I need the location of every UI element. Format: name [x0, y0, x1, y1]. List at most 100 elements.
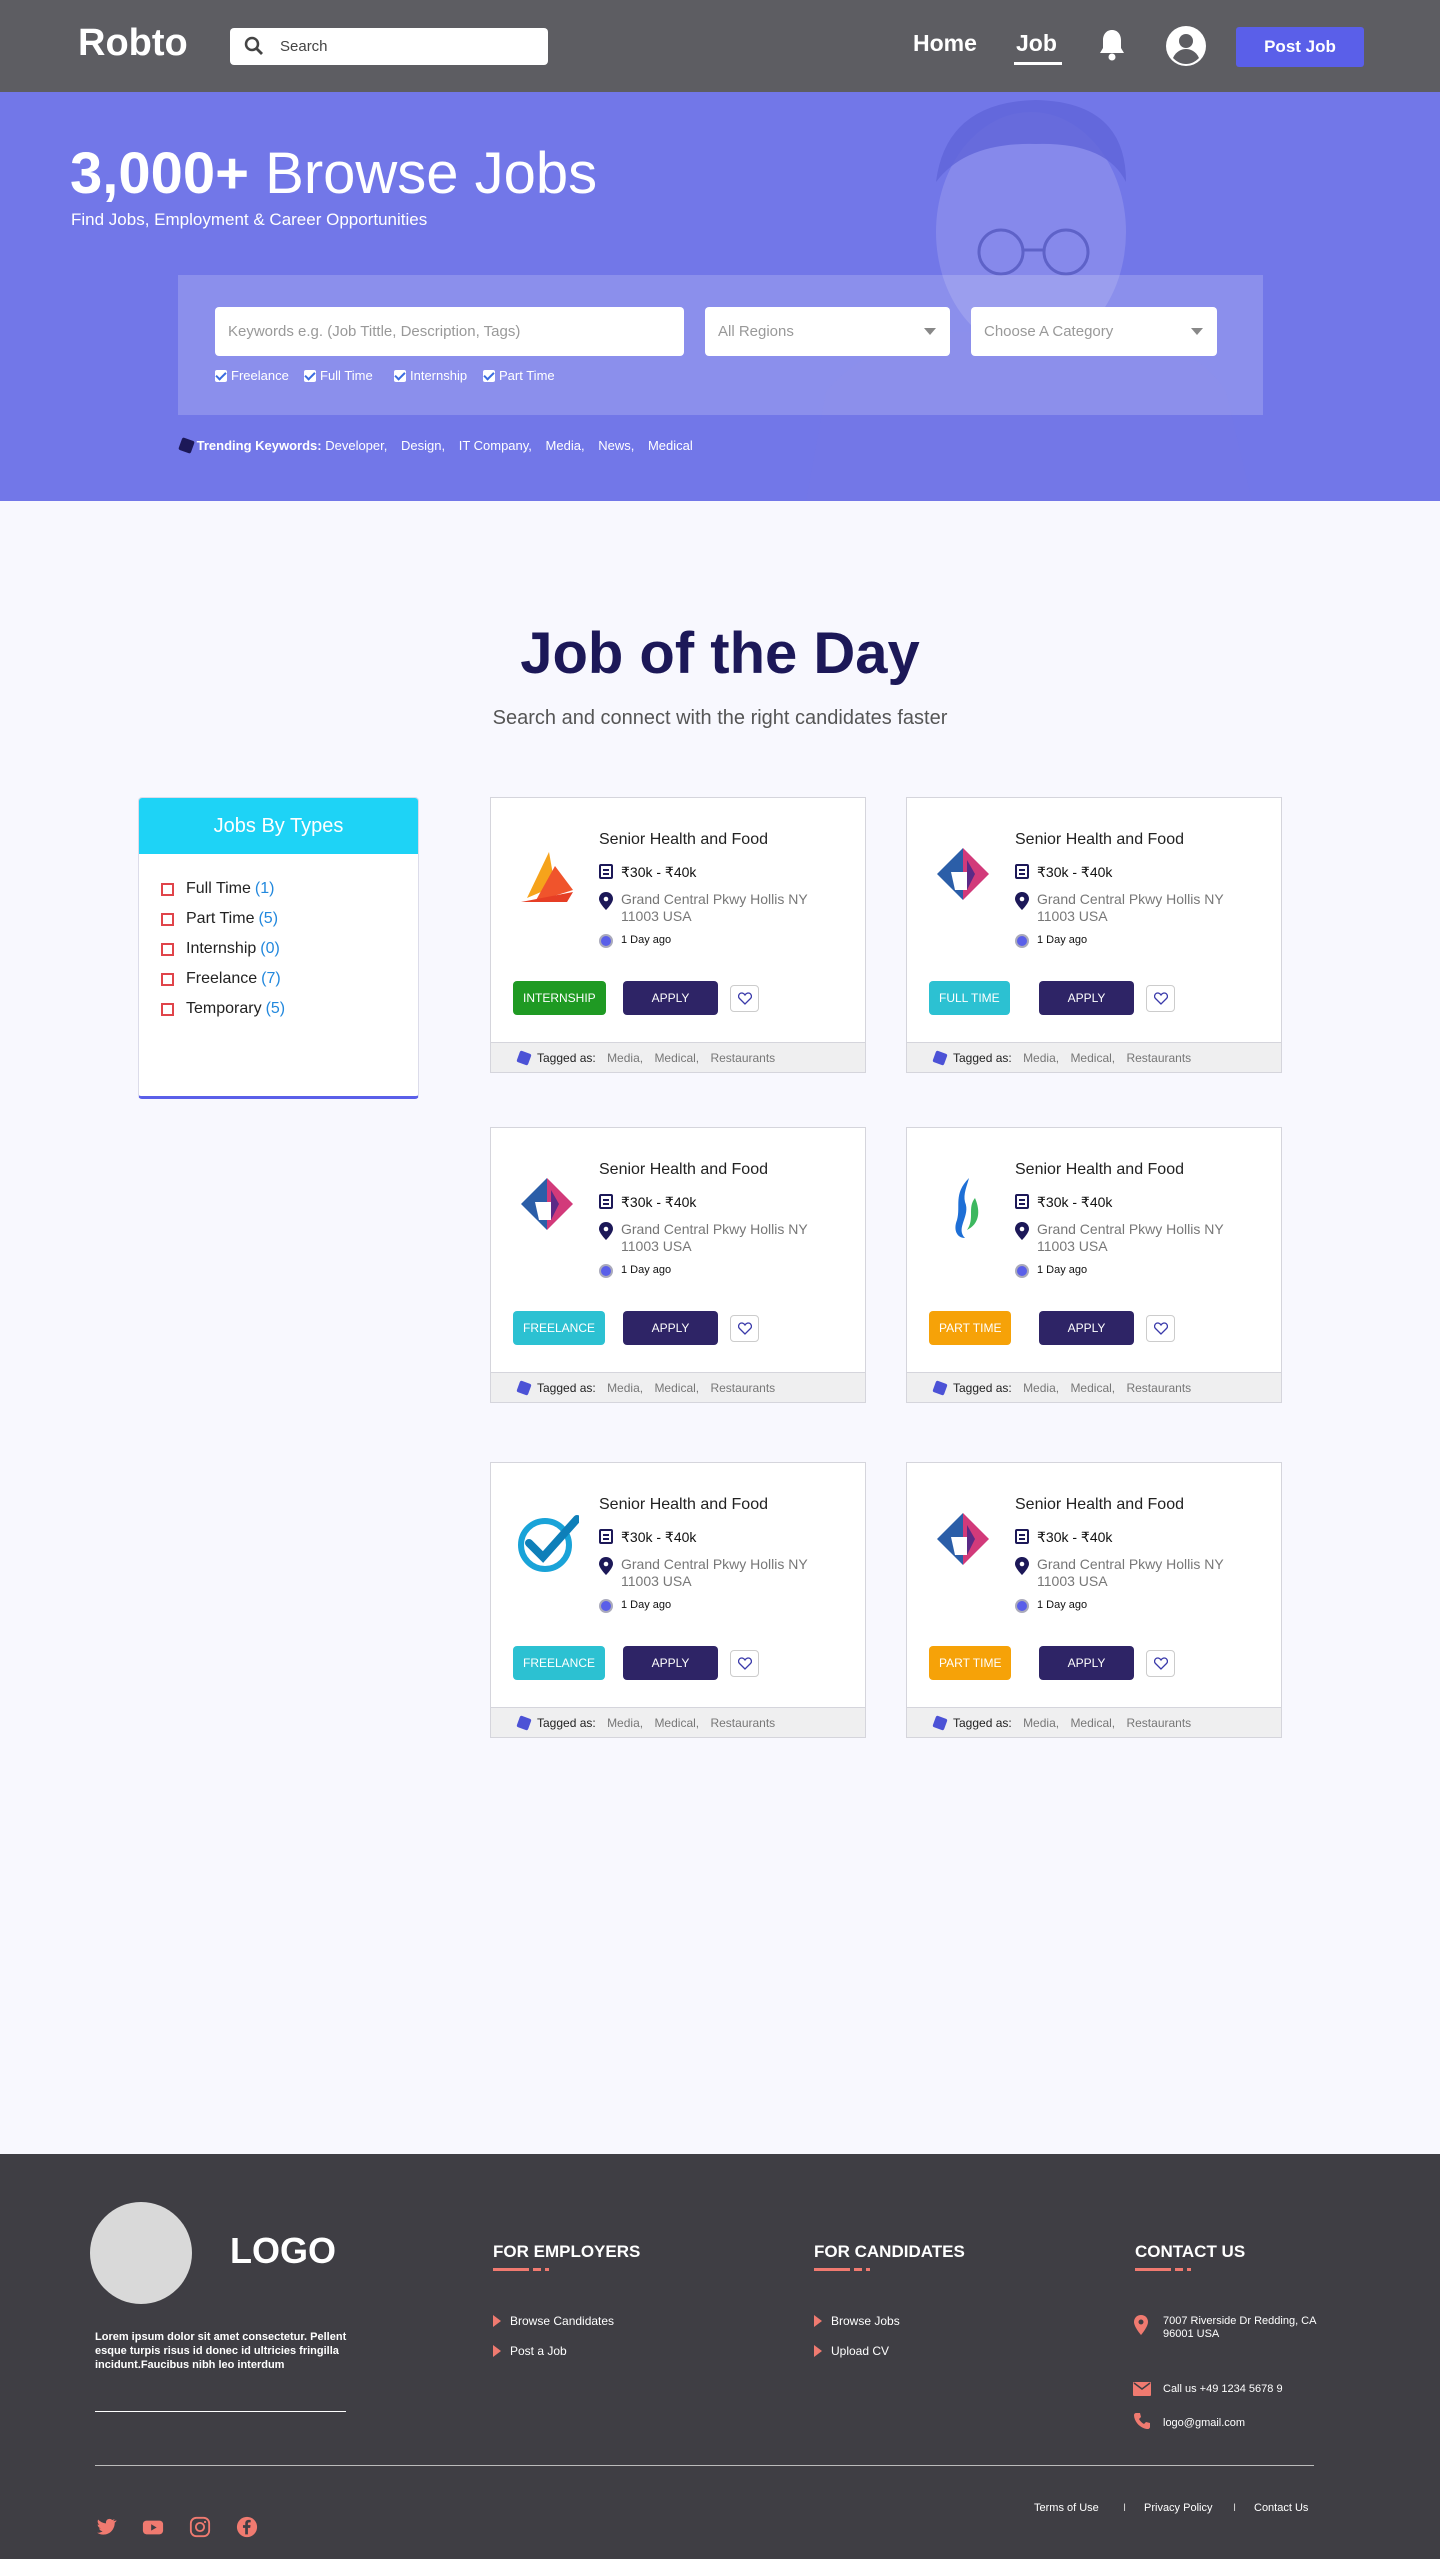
trending-keyword[interactable]: Developer, [325, 438, 387, 453]
tag-icon [178, 437, 195, 454]
footer-description: Lorem ipsum dolor sit amet consectetur. … [95, 2331, 347, 2371]
job-tag[interactable]: Restaurants [1126, 1381, 1191, 1395]
trending-keyword[interactable]: News, [598, 438, 634, 453]
apply-button[interactable]: APPLY [623, 1311, 718, 1345]
checkbox-freelance[interactable]: Freelance [215, 368, 289, 383]
job-title[interactable]: Senior Health and Food [1015, 831, 1184, 849]
nav-home[interactable]: Home [913, 30, 977, 57]
region-select[interactable]: All Regions [705, 307, 950, 356]
job-tag[interactable]: Medical, [1070, 1381, 1115, 1395]
job-tag[interactable]: Media, [1023, 1051, 1059, 1065]
link-label: Post a Job [510, 2344, 567, 2358]
job-tag[interactable]: Restaurants [710, 1716, 775, 1730]
job-title[interactable]: Senior Health and Food [1015, 1161, 1184, 1179]
job-tag[interactable]: Restaurants [710, 1381, 775, 1395]
footer-link-post-job[interactable]: Post a Job [493, 2344, 567, 2358]
job-tag[interactable]: Media, [1023, 1381, 1059, 1395]
job-tag[interactable]: Restaurants [1126, 1051, 1191, 1065]
job-card[interactable]: Senior Health and Food ₹30k - ₹40k Grand… [490, 1127, 866, 1403]
footer-link-browse-candidates[interactable]: Browse Candidates [493, 2314, 614, 2328]
site-logo[interactable]: Robto [78, 22, 188, 65]
heart-icon [738, 1657, 752, 1670]
apply-button[interactable]: APPLY [1039, 1646, 1134, 1680]
twitter-icon[interactable] [95, 2516, 117, 2538]
checkbox-checked-icon [483, 369, 495, 382]
type-filter-part-time[interactable]: Part Time (5) [161, 910, 278, 928]
tag-icon [516, 1715, 532, 1731]
job-tag[interactable]: Medical, [1070, 1716, 1115, 1730]
footer-link-contact[interactable]: Contact Us [1254, 2502, 1308, 2514]
mail-icon [1133, 2382, 1151, 2396]
footer-link-terms[interactable]: Terms of Use [1034, 2502, 1099, 2514]
salary-icon [599, 1194, 613, 1209]
trending-keyword[interactable]: Design, [401, 438, 445, 453]
job-title[interactable]: Senior Health and Food [1015, 1496, 1184, 1514]
footer-link-upload-cv[interactable]: Upload CV [814, 2344, 889, 2358]
type-filter-temporary[interactable]: Temporary (5) [161, 1000, 285, 1018]
job-card[interactable]: Senior Health and Food ₹30k - ₹40k Grand… [490, 1462, 866, 1738]
post-job-button[interactable]: Post Job [1236, 27, 1364, 67]
favorite-button[interactable] [730, 1650, 759, 1677]
job-tag[interactable]: Medical, [654, 1051, 699, 1065]
checkbox-label: Part Time [499, 368, 555, 383]
user-avatar-icon[interactable] [1165, 25, 1207, 67]
facebook-icon[interactable] [236, 2516, 258, 2538]
favorite-button[interactable] [1146, 985, 1175, 1012]
nav-job[interactable]: Job [1016, 30, 1057, 57]
job-tag[interactable]: Restaurants [1126, 1716, 1191, 1730]
checkbox-full-time[interactable]: Full Time [304, 368, 373, 383]
search-input[interactable] [280, 38, 530, 55]
footer-link-privacy[interactable]: Privacy Policy [1144, 2502, 1212, 2514]
footer-link-browse-jobs[interactable]: Browse Jobs [814, 2314, 900, 2328]
job-card[interactable]: Senior Health and Food ₹30k - ₹40k Grand… [490, 797, 866, 1073]
job-card[interactable]: Senior Health and Food ₹30k - ₹40k Grand… [906, 797, 1282, 1073]
contact-email[interactable]: logo@gmail.com [1163, 2417, 1245, 2429]
bell-icon[interactable] [1096, 27, 1128, 63]
trending-keyword[interactable]: IT Company, [459, 438, 532, 453]
job-title[interactable]: Senior Health and Food [599, 1161, 768, 1179]
clock-icon [1015, 1264, 1029, 1278]
keyword-input[interactable]: Keywords e.g. (Job Tittle, Description, … [215, 307, 684, 356]
apply-button[interactable]: APPLY [1039, 981, 1134, 1015]
apply-button[interactable]: APPLY [623, 981, 718, 1015]
favorite-button[interactable] [730, 1315, 759, 1342]
job-tags-bar: Tagged as: Media, Medical, Restaurants [491, 1042, 865, 1072]
favorite-button[interactable] [730, 985, 759, 1012]
favorite-button[interactable] [1146, 1315, 1175, 1342]
job-tag[interactable]: Medical, [1070, 1051, 1115, 1065]
instagram-icon[interactable] [189, 2516, 211, 2538]
job-title[interactable]: Senior Health and Food [599, 831, 768, 849]
job-salary: ₹30k - ₹40k [621, 1194, 697, 1210]
job-tag[interactable]: Restaurants [710, 1051, 775, 1065]
job-tag[interactable]: Media, [607, 1051, 643, 1065]
type-filter-full-time[interactable]: Full Time (1) [161, 880, 274, 898]
job-tag[interactable]: Media, [607, 1716, 643, 1730]
job-card[interactable]: Senior Health and Food ₹30k - ₹40k Grand… [906, 1127, 1282, 1403]
job-card[interactable]: Senior Health and Food ₹30k - ₹40k Grand… [906, 1462, 1282, 1738]
job-salary: ₹30k - ₹40k [1037, 864, 1113, 880]
tagged-label: Tagged as: [953, 1051, 1012, 1065]
apply-button[interactable]: APPLY [1039, 1311, 1134, 1345]
trending-keyword[interactable]: Medical [648, 438, 693, 453]
checkbox-part-time[interactable]: Part Time [483, 368, 555, 383]
job-tag[interactable]: Media, [607, 1381, 643, 1395]
type-filter-freelance[interactable]: Freelance (7) [161, 970, 281, 988]
tag-icon [932, 1050, 948, 1066]
job-tag[interactable]: Media, [1023, 1716, 1059, 1730]
trending-keyword[interactable]: Media, [546, 438, 585, 453]
type-label: Freelance [186, 970, 258, 987]
youtube-icon[interactable] [142, 2516, 164, 2538]
checkbox-internship[interactable]: Internship [394, 368, 467, 383]
legal-separator: I [1233, 2502, 1237, 2514]
type-filter-internship[interactable]: Internship (0) [161, 940, 280, 958]
heart-icon [1154, 1657, 1168, 1670]
job-tag[interactable]: Medical, [654, 1716, 699, 1730]
favorite-button[interactable] [1146, 1650, 1175, 1677]
job-tag[interactable]: Medical, [654, 1381, 699, 1395]
job-title[interactable]: Senior Health and Food [599, 1496, 768, 1514]
apply-button[interactable]: APPLY [623, 1646, 718, 1680]
tag-icon [516, 1380, 532, 1396]
search-box[interactable] [230, 28, 548, 65]
job-posted-time: 1 Day ago [621, 934, 672, 946]
category-select[interactable]: Choose A Category [971, 307, 1217, 356]
